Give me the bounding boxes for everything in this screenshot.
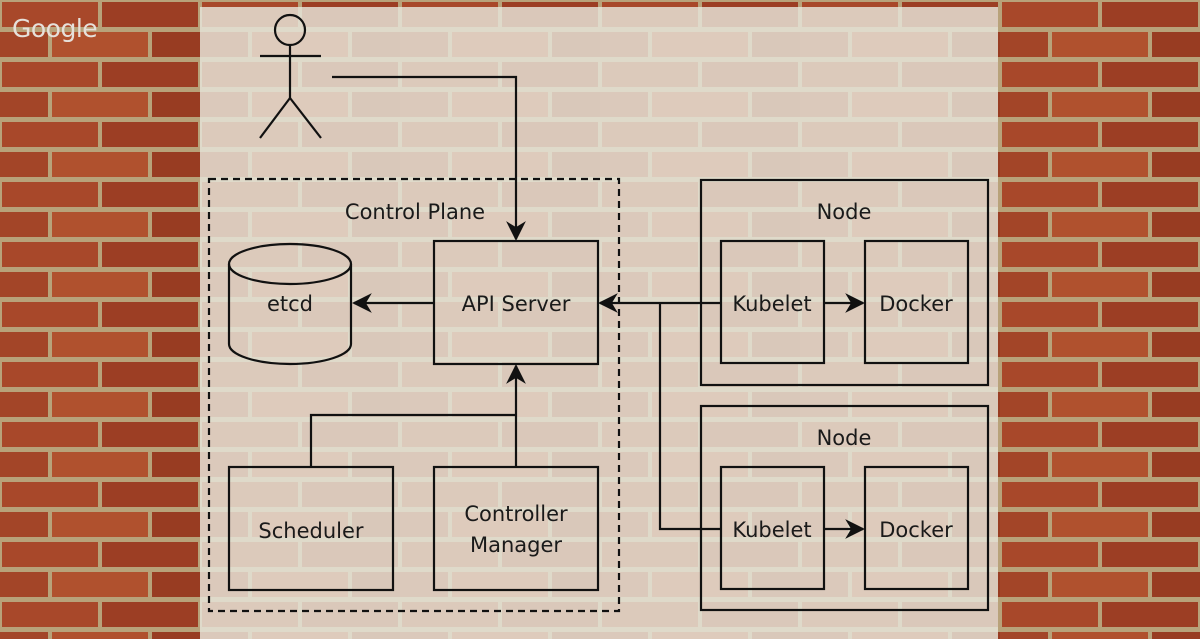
scheduler-to-api-line: [309, 413, 516, 467]
etcd-label: etcd: [267, 292, 313, 316]
api-server-label: API Server: [462, 292, 571, 316]
controller-manager-label-line1: Controller: [464, 502, 568, 526]
user-stick-figure-icon: [259, 13, 322, 139]
kubelet-2-to-api-line: [658, 303, 721, 531]
controller-manager-label-line2: Manager: [470, 533, 562, 557]
control-plane-label: Control Plane: [345, 200, 485, 224]
kubelet-2-label: Kubelet: [732, 518, 811, 542]
node-2-label: Node: [817, 426, 872, 450]
docker-2-label: Docker: [879, 518, 953, 542]
controller-manager-box: [432, 465, 600, 592]
kubelet-1-label: Kubelet: [732, 292, 811, 316]
scheduler-label: Scheduler: [258, 519, 363, 543]
docker-1-label: Docker: [879, 292, 953, 316]
node-1-label: Node: [817, 200, 872, 224]
kubernetes-architecture-diagram: Control Plane etcd API Server Scheduler …: [207, 13, 990, 613]
